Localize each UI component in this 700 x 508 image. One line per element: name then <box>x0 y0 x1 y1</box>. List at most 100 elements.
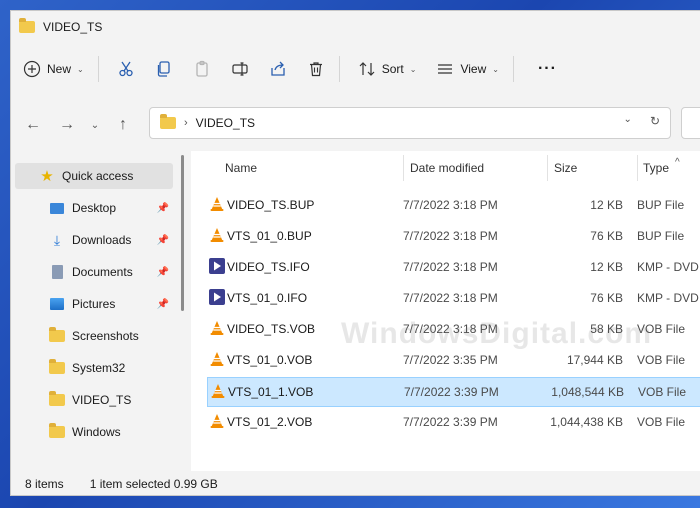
file-name: VIDEO_TS.BUP <box>227 198 315 212</box>
sidebar-item-label: Documents <box>72 265 133 279</box>
file-name: VTS_01_0.IFO <box>227 291 308 305</box>
paste-button[interactable] <box>185 54 219 84</box>
sidebar-item-desktop[interactable]: Desktop 📌 <box>11 195 173 221</box>
column-header-name[interactable]: Name <box>225 151 257 185</box>
pin-icon[interactable]: 📌 <box>157 299 169 310</box>
toolbar-divider <box>97 56 99 82</box>
file-type: VOB File <box>637 353 686 367</box>
file-size: 76 KB <box>590 291 623 305</box>
column-header-size[interactable]: Size <box>554 151 577 185</box>
kmp-icon <box>209 289 225 308</box>
selection-info: 1 item selected 0.99 GB <box>89 477 218 491</box>
more-options-button[interactable]: ··· <box>524 54 565 84</box>
file-explorer-window: VIDEO_TS New ⌄ Sort ⌄ View ⌄ ··· ← → ⌄ ↑… <box>10 10 700 496</box>
trash-icon <box>309 62 322 77</box>
file-date: 7/7/2022 3:39 PM <box>403 415 498 429</box>
share-button[interactable] <box>261 54 295 84</box>
vlc-cone-icon <box>209 320 225 339</box>
sidebar-item-label: Windows <box>72 425 121 439</box>
file-type: KMP - DVD <box>637 291 699 305</box>
back-arrow-icon[interactable]: ← <box>19 111 47 139</box>
file-date: 7/7/2022 3:18 PM <box>403 291 498 305</box>
column-header-date[interactable]: Date modified <box>410 151 484 185</box>
sort-button[interactable]: Sort ⌄ <box>350 54 425 84</box>
command-bar: New ⌄ Sort ⌄ View ⌄ ··· <box>11 43 700 95</box>
column-divider[interactable] <box>403 155 404 181</box>
file-date: 7/7/2022 3:18 PM <box>403 260 498 274</box>
folder-icon <box>49 391 65 408</box>
forward-arrow-icon[interactable]: → <box>53 111 81 139</box>
item-count: 8 items <box>25 477 64 491</box>
file-type: VOB File <box>638 385 687 399</box>
breadcrumb-video-ts[interactable]: VIDEO_TS <box>196 116 255 130</box>
delete-button[interactable] <box>299 54 333 84</box>
pin-icon[interactable]: 📌 <box>157 235 169 246</box>
file-type: BUP File <box>637 198 685 212</box>
chevron-down-icon: ⌄ <box>77 64 84 74</box>
sidebar-item-documents[interactable]: Documents 📌 <box>11 259 173 285</box>
star-icon: ★ <box>40 168 54 185</box>
pin-icon[interactable]: 📌 <box>157 267 169 278</box>
new-button[interactable]: New ⌄ <box>15 54 92 84</box>
up-arrow-icon[interactable]: ↑ <box>109 111 137 139</box>
sidebar-item-label: Downloads <box>72 233 132 247</box>
view-label: View <box>460 62 487 76</box>
refresh-icon[interactable]: ↻ <box>650 114 660 128</box>
column-divider[interactable] <box>637 155 638 181</box>
sort-arrows-icon <box>359 62 375 76</box>
navigation-pane: ★ Quick access Desktop 📌 ⤓ Downloads 📌 D… <box>11 155 183 471</box>
rename-icon <box>232 62 248 76</box>
folder-icon <box>160 114 176 129</box>
sidebar-item-system32[interactable]: System32 <box>11 355 173 381</box>
rename-button[interactable] <box>223 54 257 84</box>
file-name: VTS_01_0.VOB <box>227 353 313 367</box>
window-title: VIDEO_TS <box>43 20 103 34</box>
breadcrumb-chevron-icon: › <box>184 117 188 129</box>
recent-locations-chevron-icon[interactable]: ⌄ <box>81 111 109 139</box>
share-icon <box>271 61 285 76</box>
sidebar-item-video-ts[interactable]: VIDEO_TS <box>11 387 173 413</box>
sidebar-scrollbar[interactable] <box>181 155 184 311</box>
copy-button[interactable] <box>147 54 181 84</box>
toolbar-divider <box>338 56 340 82</box>
sidebar-item-pictures[interactable]: Pictures 📌 <box>11 291 173 317</box>
table-row[interactable]: VTS_01_1.VOB 7/7/2022 3:39 PM 1,048,544 KB… <box>207 377 700 407</box>
toolbar-divider <box>512 56 514 82</box>
more-options-label: ··· <box>537 60 557 77</box>
pin-icon[interactable]: 📌 <box>157 203 169 214</box>
address-dropdown-chevron-icon[interactable]: ⌄ <box>624 114 632 128</box>
view-button[interactable]: View ⌄ <box>428 54 507 84</box>
sidebar-item-label: Screenshots <box>72 329 139 343</box>
file-date: 7/7/2022 3:39 PM <box>404 385 499 399</box>
search-input[interactable] <box>681 107 700 139</box>
table-row[interactable]: VTS_01_0.BUP 7/7/2022 3:18 PM 76 KB BUP Fil… <box>207 222 700 250</box>
vlc-cone-icon <box>209 351 225 370</box>
sidebar-item-windows[interactable]: Windows <box>11 419 173 445</box>
file-size: 1,048,544 KB <box>551 385 624 399</box>
folder-icon <box>49 359 65 376</box>
sort-caret-up-icon: ^ <box>675 157 680 168</box>
file-size: 12 KB <box>590 260 623 274</box>
sidebar-item-quick-access[interactable]: ★ Quick access <box>15 163 173 189</box>
file-name: VTS_01_2.VOB <box>227 415 313 429</box>
sidebar-item-downloads[interactable]: ⤓ Downloads 📌 <box>11 227 173 253</box>
vlc-cone-icon <box>210 383 226 402</box>
table-row[interactable]: VTS_01_2.VOB 7/7/2022 3:39 PM 1,044,438 KB… <box>207 408 700 436</box>
cut-button[interactable] <box>109 54 143 84</box>
column-divider[interactable] <box>547 155 548 181</box>
scissors-icon <box>119 61 133 77</box>
column-header-type[interactable]: Type <box>643 151 669 185</box>
sidebar-item-label: Pictures <box>72 297 116 311</box>
address-bar[interactable]: › VIDEO_TS ⌄ ↻ <box>149 107 671 139</box>
folder-icon <box>49 423 65 440</box>
vlc-cone-icon <box>209 227 225 246</box>
table-row[interactable]: VIDEO_TS.BUP 7/7/2022 3:18 PM 12 KB BUP Fil… <box>207 191 700 219</box>
table-row[interactable]: VTS_01_0.IFO 7/7/2022 3:18 PM 76 KB KMP - D… <box>207 284 700 312</box>
table-row[interactable]: VIDEO_TS.IFO 7/7/2022 3:18 PM 12 KB KMP - D… <box>207 253 700 281</box>
sidebar-item-screenshots[interactable]: Screenshots <box>11 323 173 349</box>
picture-icon <box>49 296 65 312</box>
file-size: 17,944 KB <box>566 353 623 367</box>
sidebar-item-label: Quick access <box>62 169 134 183</box>
file-date: 7/7/2022 3:18 PM <box>403 229 498 243</box>
file-date: 7/7/2022 3:18 PM <box>403 198 498 212</box>
